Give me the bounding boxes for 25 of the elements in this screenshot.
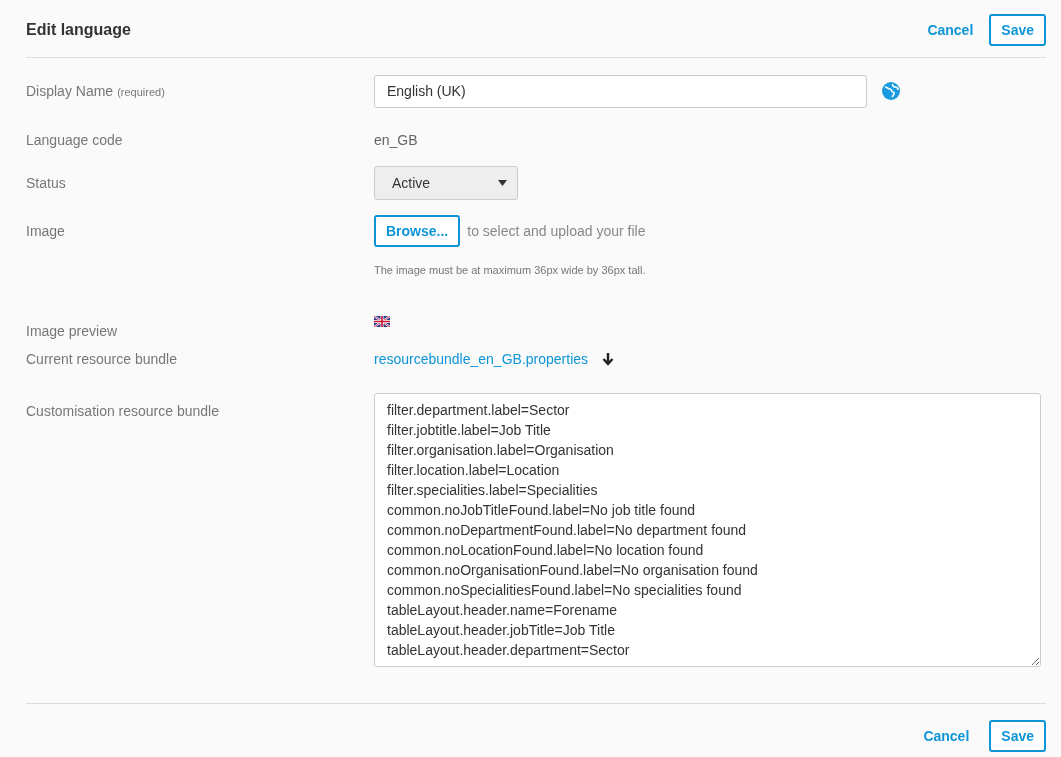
field-label: Current resource bundle bbox=[26, 351, 178, 367]
field-label: Customisation resource bundle bbox=[26, 403, 220, 419]
required-note: (required) bbox=[117, 86, 165, 98]
browse-button[interactable]: Browse... bbox=[374, 215, 461, 247]
globe-icon[interactable] bbox=[881, 81, 901, 101]
status-dropdown[interactable]: Active bbox=[374, 166, 518, 200]
display-name-field[interactable]: English (UK) bbox=[374, 74, 867, 108]
save-button[interactable]: Save bbox=[989, 719, 1046, 752]
field-label: Image bbox=[26, 223, 66, 239]
flag-icon bbox=[374, 316, 390, 327]
resource-bundle-editor[interactable]: filter.department.label=Sector filter.jobtitle.label=Job Title filter.organisation.label=Organisation filter.location.label=Location filter.specialities.label=Specialities common.noJobTitleFound.label=No job title found common.noDepartmentFound.label=No department found common.noLocationFound.label=No location found common.noOrganisationFound.label=No organisation found common.noSpecialitiesFound.label=No specialities found tableLayout.header.name=Forename tableLayout.header.jobTitle=Job Title tableLayout.header.department=Sector bbox=[374, 393, 1041, 667]
field-label: Language code bbox=[26, 132, 124, 148]
field-label: Display Name bbox=[26, 83, 114, 99]
language-code-value: en_GB bbox=[374, 132, 419, 148]
image-size-hint: The image must be at maximum 36px wide by 36px tall. bbox=[374, 264, 647, 276]
bundle-link[interactable]: resourcebundle_en_GB.properties bbox=[374, 351, 589, 367]
cancel-button[interactable]: Cancel bbox=[923, 727, 970, 744]
download-arrow-icon[interactable] bbox=[602, 352, 615, 366]
upload-instruction: to select and upload your file bbox=[467, 223, 646, 239]
page-title: Edit language bbox=[26, 20, 131, 39]
field-label: Status bbox=[26, 175, 67, 191]
cancel-button[interactable]: Cancel bbox=[927, 21, 974, 38]
save-button[interactable]: Save bbox=[989, 13, 1046, 46]
field-label: Image preview bbox=[26, 323, 119, 339]
caret-icon bbox=[498, 180, 507, 186]
